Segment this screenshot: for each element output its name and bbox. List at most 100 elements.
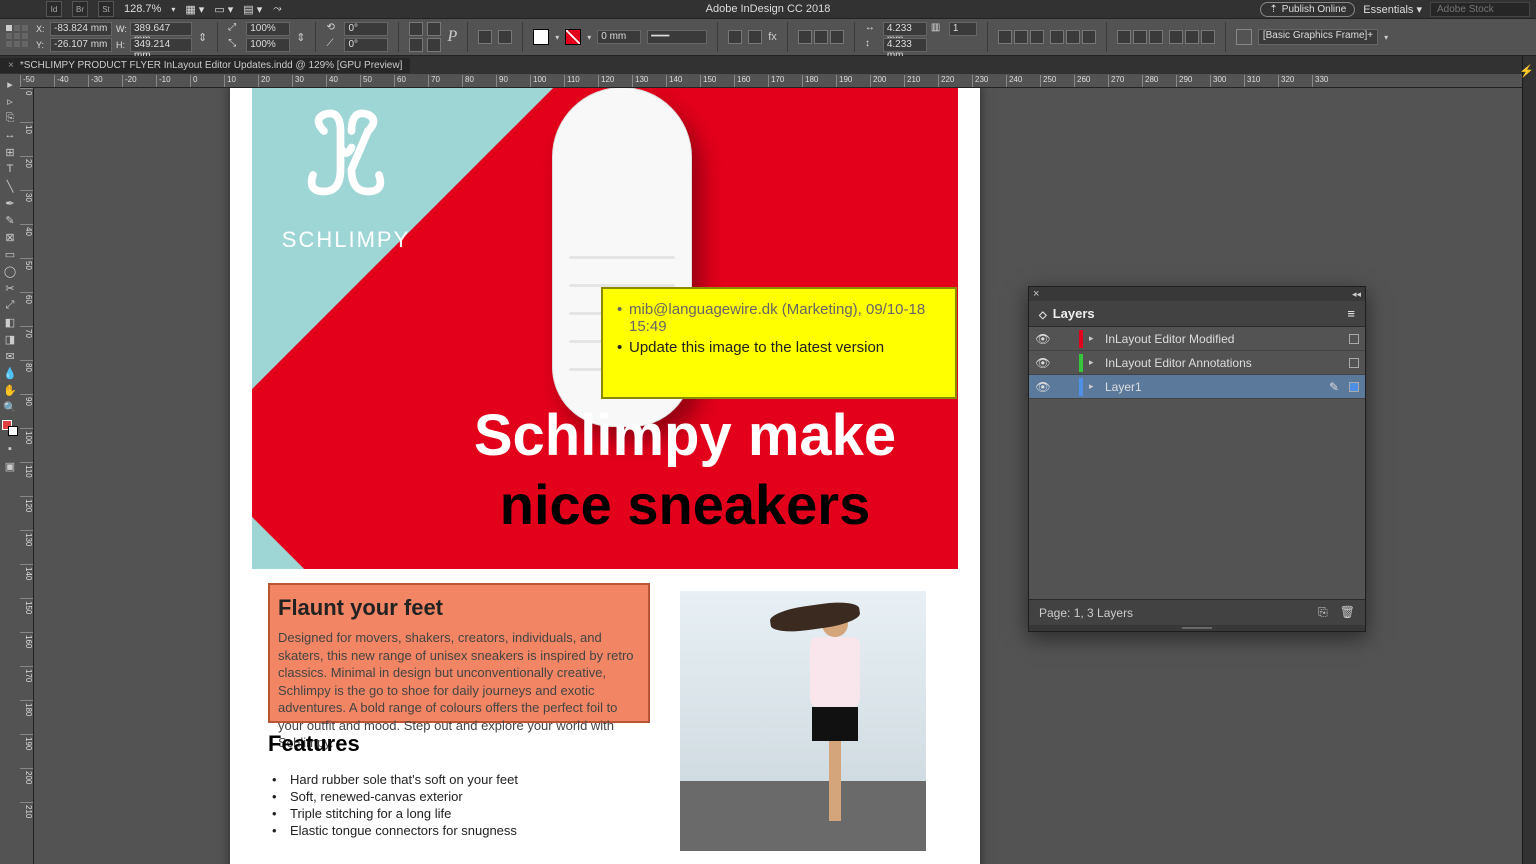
layer-select-box[interactable] [1349, 334, 1359, 344]
panel-tab[interactable]: ◇Layers ≡ [1029, 301, 1365, 327]
dist-2-icon[interactable] [1133, 30, 1147, 44]
chevron-down-icon[interactable]: ▾ [1384, 33, 1388, 42]
ruler-vertical[interactable]: 0102030405060708090100110120130140150160… [20, 88, 34, 864]
workspace-switcher[interactable]: Essentials ▾ [1363, 3, 1422, 16]
flash-icon[interactable]: ⚡ [1519, 64, 1534, 78]
h-field[interactable]: 349.214 mm [130, 38, 192, 52]
transform-p-icon[interactable]: P [447, 28, 457, 46]
effects-icon[interactable] [728, 30, 742, 44]
disclosure-icon[interactable]: ▸ [1089, 357, 1099, 368]
screen-mode-icon[interactable]: ▭ ▾ [214, 3, 233, 16]
opacity-icon[interactable]: fx [768, 31, 777, 43]
adobe-stock-search[interactable] [1430, 2, 1530, 17]
fill-swatch[interactable] [533, 29, 549, 45]
document-page[interactable]: SCHLIMPY Schlimpy make nice sneakers mib… [230, 88, 980, 864]
flip-v-icon[interactable] [427, 38, 441, 52]
wrap-bbox-icon[interactable] [814, 30, 828, 44]
pencil-tool-icon[interactable]: ✎ [1, 212, 19, 228]
reference-point-icon[interactable] [6, 25, 30, 49]
secondary-image-frame[interactable] [680, 591, 926, 851]
align-center-icon[interactable] [1014, 30, 1028, 44]
align-right-icon[interactable] [1030, 30, 1044, 44]
rotate-cw-icon[interactable] [427, 22, 441, 36]
visibility-icon[interactable]: 👁 [1035, 332, 1051, 346]
stock-icon[interactable]: St [98, 1, 114, 17]
gradient-swatch-tool-icon[interactable]: ◧ [1, 314, 19, 330]
fill-stroke-icon[interactable] [1, 416, 19, 440]
content-collector-icon[interactable]: ⊞ [1, 144, 19, 160]
align-bottom-icon[interactable] [1082, 30, 1096, 44]
dist-6-icon[interactable] [1201, 30, 1215, 44]
chevron-down-icon[interactable]: ▾ [171, 5, 175, 14]
page-tool-icon[interactable]: ⎘ [1, 110, 19, 126]
object-style-dropdown[interactable]: [Basic Graphics Frame]+ [1258, 29, 1378, 45]
constrain-icon[interactable]: ⇕ [198, 31, 207, 44]
layer-select-box[interactable] [1349, 358, 1359, 368]
gap-h-field[interactable]: 4.233 mm [883, 22, 927, 36]
layers-toggle-icon[interactable]: ◇ [1039, 310, 1047, 321]
y-field[interactable]: -26.107 mm [50, 38, 112, 52]
panel-resize-grip[interactable] [1029, 625, 1365, 631]
stroke-style-field[interactable]: ━━━ [647, 30, 707, 44]
scale-y-field[interactable]: 100% [246, 38, 290, 52]
gap-tool-icon[interactable]: ↔ [1, 127, 19, 143]
disclosure-icon[interactable]: ▸ [1089, 333, 1099, 344]
constrain-scale-icon[interactable]: ⇕ [296, 31, 305, 44]
scissors-tool-icon[interactable]: ✂ [1, 280, 19, 296]
type-tool-icon[interactable]: T [1, 161, 19, 177]
layer-row[interactable]: 👁▸InLayout Editor Annotations [1029, 351, 1365, 375]
arrange-icon[interactable]: ▤ ▾ [243, 3, 262, 16]
collapse-panel-icon[interactable]: ◂◂ [1352, 289, 1361, 300]
disclosure-icon[interactable]: ▸ [1089, 381, 1099, 392]
layer-row[interactable]: 👁▸Layer1✎ [1029, 375, 1365, 399]
line-tool-icon[interactable]: ╲ [1, 178, 19, 194]
hand-tool-icon[interactable]: ✋ [1, 382, 19, 398]
stroke-swatch[interactable] [565, 29, 581, 45]
visibility-icon[interactable]: 👁 [1035, 356, 1051, 370]
visibility-icon[interactable]: 👁 [1035, 380, 1051, 394]
right-panel-strip[interactable]: ⚡ [1522, 56, 1536, 864]
ruler-horizontal[interactable]: -50-40-30-20-100102030405060708090100110… [20, 74, 1536, 88]
pen-tool-icon[interactable]: ✒ [1, 195, 19, 211]
bridge-icon[interactable]: Br [72, 1, 88, 17]
flip-h-icon[interactable] [409, 38, 423, 52]
dist-5-icon[interactable] [1185, 30, 1199, 44]
select-container-icon[interactable] [478, 30, 492, 44]
body-text-frame[interactable]: Flaunt your feet Designed for movers, sh… [268, 583, 650, 723]
new-layer-icon[interactable]: ⎘ [1318, 605, 1328, 620]
eyedropper-tool-icon[interactable]: 💧 [1, 365, 19, 381]
zoom-level[interactable]: 128.7% [124, 3, 161, 15]
hero-image-frame[interactable]: SCHLIMPY Schlimpy make nice sneakers mib… [252, 88, 958, 569]
scale-x-field[interactable]: 100% [246, 22, 290, 36]
dist-1-icon[interactable] [1117, 30, 1131, 44]
dist-3-icon[interactable] [1149, 30, 1163, 44]
w-field[interactable]: 389.647 mm [130, 22, 192, 36]
layer-row[interactable]: 👁▸InLayout Editor Modified [1029, 327, 1365, 351]
zoom-tool-icon[interactable]: 🔍 [1, 399, 19, 415]
cols-field[interactable]: 1 [949, 22, 977, 36]
stroke-weight-field[interactable]: 0 mm [597, 30, 641, 44]
rectangle-frame-tool-icon[interactable]: ⊠ [1, 229, 19, 245]
gap-v-field[interactable]: 4.233 mm [883, 38, 927, 52]
apply-color-icon[interactable]: ▪ [1, 441, 19, 457]
ellipse-tool-icon[interactable]: ◯ [1, 263, 19, 279]
layer-select-box[interactable] [1349, 382, 1359, 392]
close-tab-icon[interactable]: × [8, 60, 14, 71]
fit-frame-icon[interactable] [1236, 29, 1252, 45]
screen-mode-tool-icon[interactable]: ▣ [1, 458, 19, 474]
select-content-icon[interactable] [498, 30, 512, 44]
panel-header-bar[interactable]: × ◂◂ [1029, 287, 1365, 301]
note-tool-icon[interactable]: ✉ [1, 348, 19, 364]
layers-panel[interactable]: × ◂◂ ◇Layers ≡ 👁▸InLayout Editor Modifie… [1028, 286, 1366, 632]
align-top-icon[interactable] [1050, 30, 1064, 44]
publish-online-button[interactable]: ⇡ Publish Online [1260, 2, 1355, 17]
wrap-none-icon[interactable] [798, 30, 812, 44]
annotation-note[interactable]: mib@languagewire.dk (Marketing), 09/10-1… [601, 287, 957, 399]
view-options-icon[interactable]: ▦ ▾ [185, 3, 204, 16]
delete-layer-icon[interactable]: 🗑 [1340, 605, 1355, 620]
rotate-field[interactable]: 0° [344, 22, 388, 36]
rotate-ccw-icon[interactable] [409, 22, 423, 36]
close-panel-icon[interactable]: × [1033, 288, 1039, 300]
panel-menu-icon[interactable]: ≡ [1347, 306, 1355, 321]
align-middle-icon[interactable] [1066, 30, 1080, 44]
